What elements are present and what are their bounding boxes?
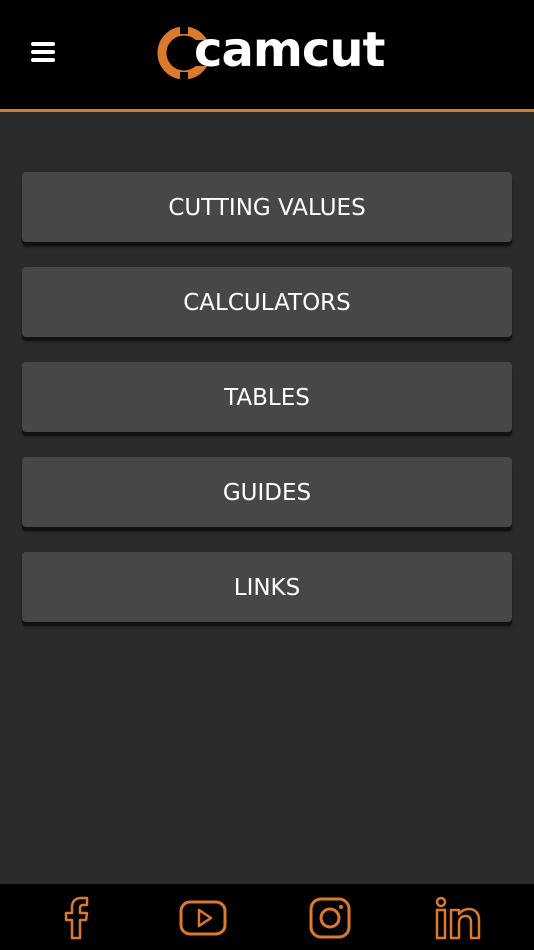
cutting-values-button[interactable]: CUTTING VALUES	[22, 172, 512, 242]
facebook-icon[interactable]	[52, 894, 100, 942]
linkedin-icon[interactable]	[432, 894, 481, 942]
instagram-icon[interactable]	[306, 894, 354, 942]
camcut-logo: camcut	[154, 20, 385, 86]
app-header: camcut	[0, 0, 534, 112]
main-menu: CUTTING VALUES CALCULATORS TABLES GUIDES…	[22, 172, 512, 647]
links-button[interactable]: LINKS	[22, 552, 512, 622]
guides-button[interactable]: GUIDES	[22, 457, 512, 527]
logo-text: camcut	[194, 22, 385, 78]
hamburger-menu-icon[interactable]	[31, 42, 57, 66]
social-footer	[0, 884, 534, 950]
calculators-button[interactable]: CALCULATORS	[22, 267, 512, 337]
youtube-icon[interactable]	[178, 894, 227, 942]
tables-button[interactable]: TABLES	[22, 362, 512, 432]
